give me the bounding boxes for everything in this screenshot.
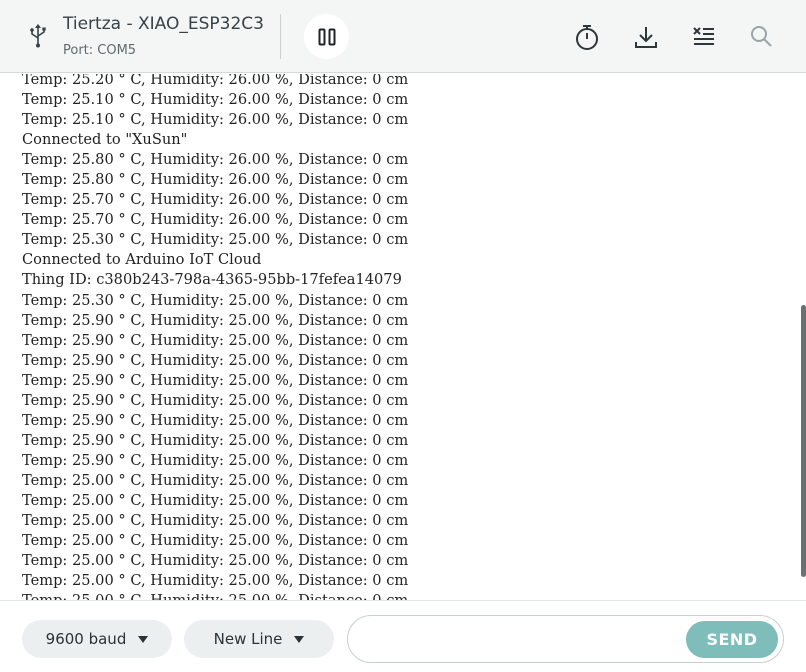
serial-monitor-footer: 9600 baud New Line SEND [0, 600, 806, 672]
serial-output[interactable]: Temp: 25.20 ° C, Humidity: 26.00 %, Dist… [0, 74, 806, 600]
log-line: Temp: 25.90 ° C, Humidity: 25.00 %, Dist… [22, 371, 409, 389]
log-line: Temp: 25.90 ° C, Humidity: 25.00 %, Dist… [22, 311, 409, 329]
log-line: Temp: 25.30 ° C, Humidity: 25.00 %, Dist… [22, 291, 409, 309]
serial-output-lines: Temp: 25.20 ° C, Humidity: 26.00 %, Dist… [22, 74, 408, 600]
board-title: Tiertza - XIAO_ESP32C3 [63, 14, 264, 34]
log-line: Temp: 25.90 ° C, Humidity: 25.00 %, Dist… [22, 411, 409, 429]
log-line: Temp: 25.80 ° C, Humidity: 26.00 %, Dist… [22, 151, 409, 169]
log-line: Temp: 25.90 ° C, Humidity: 25.00 %, Dist… [22, 331, 409, 349]
log-line: Thing ID: c380b243-798a-4365-95bb-17fefe… [22, 271, 402, 289]
line-ending-select[interactable]: New Line [184, 620, 334, 658]
search-icon[interactable] [749, 24, 775, 50]
chevron-down-icon [138, 635, 149, 643]
serial-monitor-header: Tiertza - XIAO_ESP32C3 Port: COM5 [0, 0, 806, 73]
log-line: Connected to Arduino IoT Cloud [22, 251, 262, 269]
log-line: Temp: 25.20 ° C, Humidity: 26.00 %, Dist… [22, 74, 409, 88]
log-line: Temp: 25.10 ° C, Humidity: 26.00 %, Dist… [22, 91, 409, 109]
log-line: Temp: 25.00 ° C, Humidity: 25.00 %, Dist… [22, 512, 409, 530]
log-line: Temp: 25.00 ° C, Humidity: 25.00 %, Dist… [22, 532, 409, 550]
log-line: Temp: 25.90 ° C, Humidity: 25.00 %, Dist… [22, 391, 409, 409]
log-line: Temp: 25.90 ° C, Humidity: 25.00 %, Dist… [22, 351, 409, 369]
pause-icon [318, 28, 335, 45]
log-line: Temp: 25.00 ° C, Humidity: 25.00 %, Dist… [22, 591, 408, 600]
pause-button[interactable] [304, 14, 349, 59]
scrollbar-thumb[interactable] [801, 305, 806, 577]
log-line: Temp: 25.00 ° C, Humidity: 25.00 %, Dist… [22, 471, 409, 489]
message-input[interactable] [362, 624, 681, 656]
line-ending-label: New Line [213, 630, 283, 648]
log-line: Temp: 25.90 ° C, Humidity: 25.00 %, Dist… [22, 431, 409, 449]
send-button[interactable]: SEND [686, 621, 778, 658]
log-line: Temp: 25.00 ° C, Humidity: 25.00 %, Dist… [22, 552, 409, 570]
log-line: Temp: 25.90 ° C, Humidity: 25.00 %, Dist… [22, 451, 409, 469]
baud-rate-select[interactable]: 9600 baud [22, 620, 172, 658]
log-line: Temp: 25.00 ° C, Humidity: 25.00 %, Dist… [22, 572, 409, 590]
usb-icon [30, 24, 46, 48]
header-divider [280, 14, 281, 59]
log-line: Temp: 25.70 ° C, Humidity: 26.00 %, Dist… [22, 211, 409, 229]
baud-rate-label: 9600 baud [45, 630, 127, 648]
port-label: Port: COM5 [63, 43, 137, 58]
clear-output-icon[interactable] [691, 24, 717, 50]
timer-icon[interactable] [574, 24, 600, 50]
log-line: Temp: 25.70 ° C, Humidity: 26.00 %, Dist… [22, 191, 409, 209]
message-input-wrapper: SEND [347, 615, 784, 663]
log-line: Temp: 25.80 ° C, Humidity: 26.00 %, Dist… [22, 171, 409, 189]
log-line: Temp: 25.30 ° C, Humidity: 25.00 %, Dist… [22, 231, 409, 249]
log-line: Temp: 25.00 ° C, Humidity: 25.00 %, Dist… [22, 491, 409, 509]
log-line: Connected to "XuSun" [22, 131, 188, 149]
download-icon[interactable] [633, 24, 659, 50]
chevron-down-icon [294, 635, 305, 643]
log-line: Temp: 25.10 ° C, Humidity: 26.00 %, Dist… [22, 111, 409, 129]
